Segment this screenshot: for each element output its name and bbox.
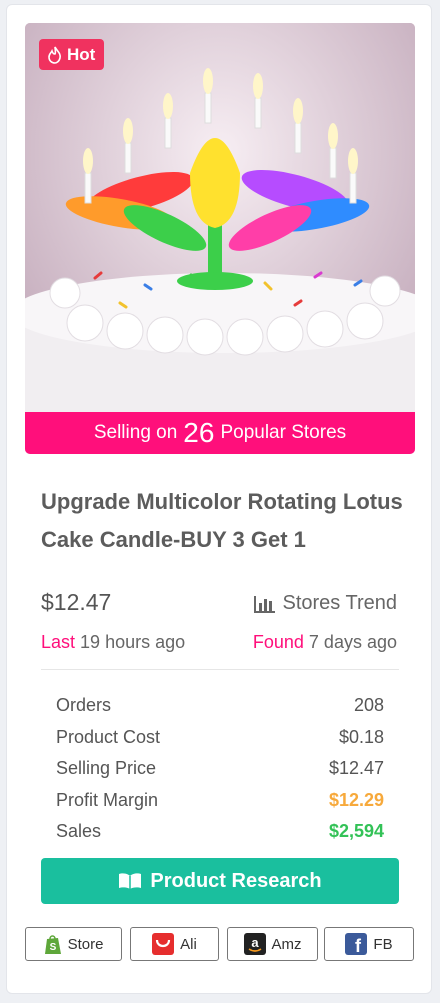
selling-suffix: Popular Stores <box>220 422 347 443</box>
divider <box>41 669 399 670</box>
facebook-link-button[interactable]: f FB <box>324 927 414 961</box>
selling-prefix: Selling on <box>93 422 178 443</box>
stat-value: $2,594 <box>328 821 384 842</box>
stat-value: 208 <box>353 695 384 716</box>
store-links: S Store Ali a Amz f FB <box>25 927 415 963</box>
stores-trend-label: Stores Trend <box>282 592 397 614</box>
last-label: Last <box>41 632 76 652</box>
stat-label: Profit Margin <box>56 789 159 810</box>
stat-selling-price: Selling Price $12.47 <box>56 753 384 785</box>
hot-badge-label: Hot <box>67 44 96 64</box>
bar-chart-icon <box>254 595 276 613</box>
facebook-link-label: FB <box>373 935 393 953</box>
stat-label: Sales <box>56 821 102 842</box>
stat-label: Selling Price <box>56 758 157 779</box>
product-research-button[interactable]: Product Research <box>41 858 399 904</box>
stat-value: $12.47 <box>328 758 384 779</box>
shopify-icon: S <box>44 935 61 954</box>
store-link-label: Store <box>67 935 104 953</box>
stores-trend-link[interactable]: Stores Trend <box>254 592 397 615</box>
ali-link-button[interactable]: Ali <box>130 927 219 961</box>
svg-text:f: f <box>355 936 362 955</box>
store-link-button[interactable]: S Store <box>25 927 122 961</box>
found-date: Found 7 days ago <box>253 632 397 653</box>
amazon-icon: a <box>243 933 266 955</box>
hot-badge: Hot <box>39 39 105 70</box>
ali-link-label: Ali <box>180 935 197 953</box>
amazon-link-button[interactable]: a Amz <box>227 927 318 961</box>
stats-list: Orders 208 Product Cost $0.18 Selling Pr… <box>56 690 384 848</box>
svg-text:a: a <box>251 935 259 950</box>
last-value: 19 hours ago <box>80 632 186 652</box>
stat-label: Product Cost <box>56 726 161 747</box>
found-label: Found <box>252 632 304 652</box>
product-card: Hot Selling on 26 Popular Stores Upgrade… <box>6 4 432 994</box>
stat-label: Orders <box>56 695 112 716</box>
amazon-link-label: Amz <box>271 935 302 953</box>
stat-sales: Sales $2,594 <box>56 816 384 848</box>
stat-profit-margin: Profit Margin $12.29 <box>56 785 384 817</box>
found-value: 7 days ago <box>308 632 397 652</box>
flame-icon <box>48 46 61 64</box>
open-book-icon <box>119 873 142 889</box>
stat-orders: Orders 208 <box>56 690 384 722</box>
product-image[interactable]: Hot Selling on 26 Popular Stores <box>25 23 415 454</box>
svg-text:S: S <box>49 942 56 953</box>
selling-stores-bar: Selling on 26 Popular Stores <box>25 412 415 454</box>
stat-value: $12.29 <box>328 789 384 810</box>
product-research-label: Product Research <box>150 869 322 892</box>
aliexpress-icon <box>152 933 175 955</box>
selling-store-count: 26 <box>183 417 215 448</box>
stat-product-cost: Product Cost $0.18 <box>56 722 384 754</box>
last-seen: Last 19 hours ago <box>41 632 185 653</box>
product-title[interactable]: Upgrade Multicolor Rotating Lotus Cake C… <box>41 483 411 559</box>
cake-illustration <box>25 23 415 454</box>
product-price: $12.47 <box>41 589 112 615</box>
stat-value: $0.18 <box>338 726 384 747</box>
facebook-icon: f <box>345 933 368 955</box>
